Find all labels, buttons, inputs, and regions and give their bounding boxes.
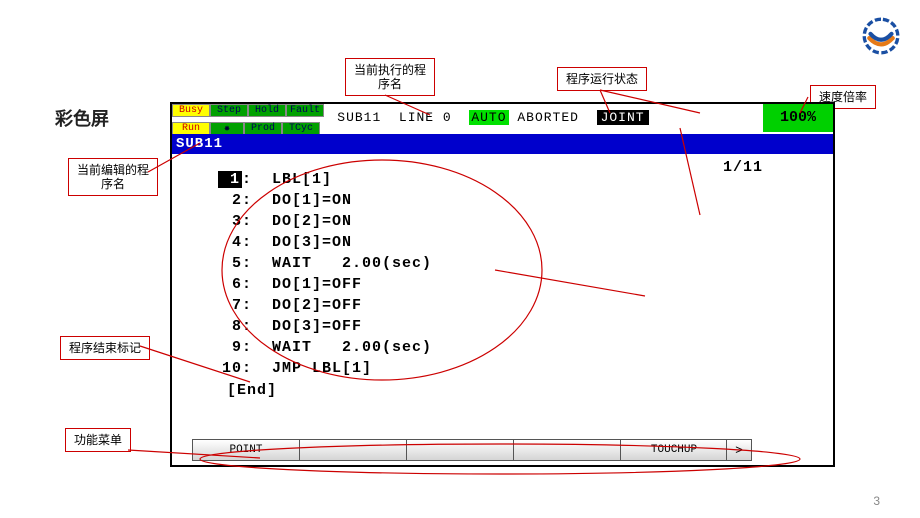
program-listing: 1: LBL[1] 2: DO[1]=ON 3: DO[2]=ON 4: DO[… [212,169,432,379]
status-busy: Busy [172,104,210,117]
fn-next-arrow-icon[interactable]: > [726,439,752,461]
teach-pendant-screen: BusyStepHoldFault Run✸I/OProdTCyc SUB11 … [170,102,835,467]
fn-button-2[interactable] [299,439,407,461]
page-title: 彩色屏 [55,105,109,131]
end-marker: [End] [227,382,277,400]
callout-current-edit-prog: 当前编辑的程序名 [68,158,158,196]
status-hold: Hold [248,104,286,117]
function-menu: POINT TOUCHUP> [192,439,813,461]
fn-button-3[interactable] [406,439,514,461]
fn-button-5[interactable]: TOUCHUP [620,439,728,461]
callout-current-exec-prog: 当前执行的程序名 [345,58,435,96]
status-bar: BusyStepHoldFault Run✸I/OProdTCyc SUB11 … [172,104,833,134]
callout-run-state: 程序运行状态 [557,67,647,91]
exec-prog-name: SUB11 [337,110,381,125]
page-number: 3 [873,494,880,508]
status-fault: Fault [286,104,324,117]
edit-prog-titlebar: SUB11 [172,134,833,154]
company-logo-icon [860,15,902,57]
callout-end-mark: 程序结束标记 [60,336,150,360]
status-step: Step [210,104,248,117]
line-counter: 1/11 [723,159,763,177]
aborted-label: ABORTED [517,110,579,125]
joint-chip: JOINT [597,110,649,125]
fn-button-1[interactable]: POINT [192,439,300,461]
fn-button-4[interactable] [513,439,621,461]
status-text-zone: SUB11 LINE 0 AUTO ABORTED JOINT [328,104,648,132]
line-indicator: LINE 0 [399,110,452,125]
callout-fn-menu: 功能菜单 [65,428,131,452]
speed-override: 100% [763,104,833,132]
auto-chip: AUTO [469,110,508,125]
